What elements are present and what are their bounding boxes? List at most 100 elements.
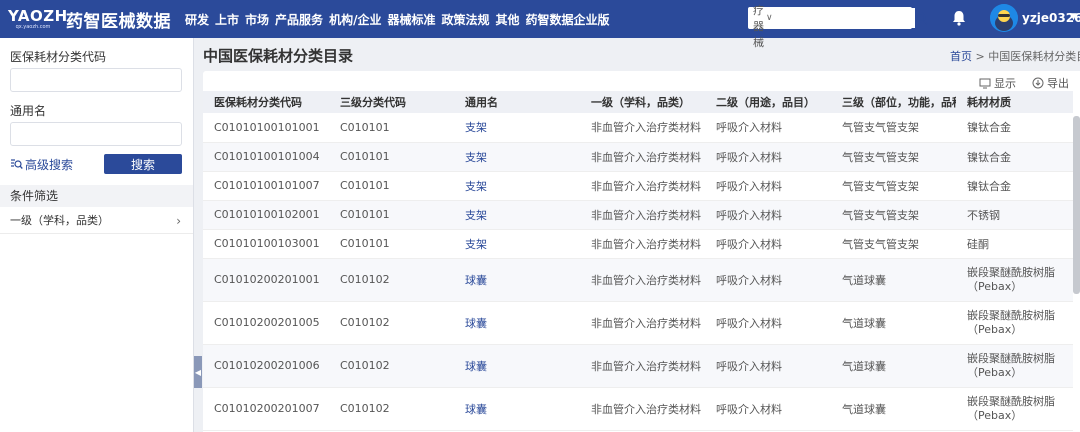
top-navbar: YAOZH qx.yaozh.com 药智医械数据 研发 上市 市场 产品服务 … bbox=[0, 0, 1080, 49]
nav-item-policy[interactable]: 政策法规 bbox=[441, 11, 489, 28]
search-button[interactable]: 搜索 bbox=[104, 154, 182, 174]
cell-generic-name[interactable]: 支架 bbox=[454, 229, 580, 258]
filter-item-label: 一级（学科，品类） bbox=[10, 214, 109, 227]
search-input[interactable] bbox=[772, 8, 915, 28]
cell-level3: 气管支气管支架 bbox=[842, 179, 919, 193]
export-icon bbox=[1032, 77, 1044, 89]
cell-generic-name[interactable]: 支架 bbox=[454, 171, 580, 200]
cell-level1: 非血管介入治疗类材料 bbox=[591, 150, 701, 164]
cell-level2: 呼吸介入材料 bbox=[716, 273, 782, 287]
cell-generic-name[interactable]: 支架 bbox=[454, 142, 580, 171]
cell-generic-name[interactable]: 球囊 bbox=[454, 301, 580, 344]
cell-level3: 气道球囊 bbox=[842, 316, 886, 330]
breadcrumb-separator: > bbox=[975, 50, 985, 63]
cell-level3-code: C010101 bbox=[340, 150, 390, 163]
brand-name[interactable]: 药智医械数据 bbox=[66, 7, 171, 32]
display-button[interactable]: 显示 bbox=[979, 75, 1016, 91]
cell-generic-name[interactable]: 球囊 bbox=[454, 344, 580, 387]
chevron-right-icon: › bbox=[176, 214, 181, 228]
cell-code: C01010100103001 bbox=[214, 237, 320, 250]
cell-generic-name[interactable]: 球囊 bbox=[454, 258, 580, 301]
cell-level3-code: C010102 bbox=[340, 402, 390, 415]
cell-generic-name[interactable]: 支架 bbox=[454, 113, 580, 142]
cell-level3: 气管支气管支架 bbox=[842, 150, 919, 164]
nav-item-market[interactable]: 市场 bbox=[245, 11, 269, 28]
cell-level3: 气管支气管支架 bbox=[842, 237, 919, 251]
table-row[interactable]: C01010100101007 C010101 支架 非血管介入治疗类材料 呼吸介入材料… bbox=[203, 171, 1073, 200]
cell-level3: 气管支气管支架 bbox=[842, 121, 919, 135]
search-icon[interactable] bbox=[915, 7, 928, 29]
advanced-search-link[interactable]: 高级搜索 bbox=[10, 156, 73, 173]
table-row[interactable]: C01010100101001 C010101 支架 非血管介入治疗类材料 呼吸介入材料… bbox=[203, 113, 1073, 142]
cell-level1: 非血管介入治疗类材料 bbox=[591, 237, 701, 251]
column-header-material[interactable]: 耗材材质 bbox=[956, 91, 1073, 113]
table-row[interactable]: C01010100101004 C010101 支架 非血管介入治疗类材料 呼吸介入材料… bbox=[203, 142, 1073, 171]
bell-icon[interactable] bbox=[950, 9, 968, 27]
column-header-code[interactable]: 医保耗材分类代码 bbox=[203, 91, 329, 113]
column-header-generic-name[interactable]: 通用名 bbox=[454, 91, 580, 113]
cell-level2: 呼吸介入材料 bbox=[716, 121, 782, 135]
table-row[interactable]: C01010100102001 C010101 支架 非血管介入治疗类材料 呼吸介入材料… bbox=[203, 200, 1073, 229]
results-table: 医保耗材分类代码 三级分类代码 通用名 一级（学科，品类） 二级（用途，品目） … bbox=[203, 91, 1073, 431]
search-category-label: 医疗器械 bbox=[753, 0, 764, 49]
table-row[interactable]: C01010100103001 C010101 支架 非血管介入治疗类材料 呼吸介入材料… bbox=[203, 229, 1073, 258]
code-field[interactable] bbox=[10, 68, 182, 92]
nav-item-listed[interactable]: 上市 bbox=[215, 11, 239, 28]
cell-code: C01010100102001 bbox=[214, 208, 320, 221]
name-field-label: 通用名 bbox=[10, 104, 47, 118]
nav-item-other[interactable]: 其他 bbox=[495, 11, 519, 28]
cell-level2: 呼吸介入材料 bbox=[716, 208, 782, 222]
sidebar-collapse-toggle[interactable]: ◀ bbox=[194, 356, 202, 388]
cell-level3-code: C010101 bbox=[340, 237, 390, 250]
table-row[interactable]: C01010200201001 C010102 球囊 非血管介入治疗类材料 呼吸介入材料… bbox=[203, 258, 1073, 301]
table-row[interactable]: C01010200201006 C010102 球囊 非血管介入治疗类材料 呼吸介入材料… bbox=[203, 344, 1073, 387]
cell-level1: 非血管介入治疗类材料 bbox=[591, 179, 701, 193]
cell-level2: 呼吸介入材料 bbox=[716, 179, 782, 193]
cell-level3-code: C010102 bbox=[340, 359, 390, 372]
nav-item-product-services[interactable]: 产品服务 bbox=[275, 11, 323, 28]
code-field-label: 医保耗材分类代码 bbox=[10, 50, 107, 64]
advanced-search-icon bbox=[11, 159, 23, 169]
search-category-select[interactable]: 医疗器械 ∨ bbox=[748, 0, 773, 50]
cell-generic-name[interactable]: 支架 bbox=[454, 200, 580, 229]
column-header-level1[interactable]: 一级（学科，品类） bbox=[580, 91, 705, 113]
display-label: 显示 bbox=[994, 77, 1016, 90]
column-header-level3-code[interactable]: 三级分类代码 bbox=[329, 91, 454, 113]
cell-level2: 呼吸介入材料 bbox=[716, 150, 782, 164]
export-button[interactable]: 导出 bbox=[1032, 75, 1069, 91]
cell-material: 嵌段聚醚酰胺树脂（Pebax） bbox=[967, 351, 1055, 379]
filter-item-level1[interactable]: 一级（学科，品类） › bbox=[0, 210, 193, 234]
table-scrollbar[interactable] bbox=[1073, 116, 1080, 294]
chevron-down-icon: ∨ bbox=[766, 13, 773, 23]
cell-material: 嵌段聚醚酰胺树脂（Pebax） bbox=[967, 394, 1055, 422]
breadcrumb: 首页 > 中国医保耗材分类目录 bbox=[950, 48, 1080, 64]
name-field[interactable] bbox=[10, 122, 182, 146]
nav-item-enterprise[interactable]: 药智数据企业版 bbox=[526, 11, 610, 28]
column-header-level2[interactable]: 二级（用途，品目） bbox=[705, 91, 831, 113]
breadcrumb-home[interactable]: 首页 bbox=[950, 50, 972, 63]
nav-item-research[interactable]: 研发 bbox=[185, 11, 209, 28]
cell-code: C01010100101004 bbox=[214, 150, 320, 163]
column-header-level3[interactable]: 三级（部位，功能，品种） bbox=[831, 91, 956, 113]
cell-level1: 非血管介入治疗类材料 bbox=[591, 208, 701, 222]
cell-material: 镍钛合金 bbox=[967, 121, 1011, 135]
cell-code: C01010200201005 bbox=[214, 316, 320, 329]
cell-level2: 呼吸介入材料 bbox=[716, 359, 782, 373]
cell-level3: 气道球囊 bbox=[842, 273, 886, 287]
logo-domain: qx.yaozh.com bbox=[15, 23, 51, 30]
cell-generic-name[interactable]: 球囊 bbox=[454, 387, 580, 430]
monitor-icon bbox=[979, 78, 991, 88]
logo[interactable]: YAOZH qx.yaozh.com bbox=[8, 8, 67, 30]
caret-down-icon[interactable]: ▼ bbox=[1070, 12, 1077, 22]
table-row[interactable]: C01010200201005 C010102 球囊 非血管介入治疗类材料 呼吸介入材料… bbox=[203, 301, 1073, 344]
nav-item-device-standards[interactable]: 器械标准 bbox=[387, 11, 435, 28]
cell-material: 不锈钢 bbox=[967, 208, 1000, 222]
nav-item-institutions[interactable]: 机构/企业 bbox=[329, 11, 381, 28]
cell-material: 镍钛合金 bbox=[967, 150, 1011, 164]
cell-level3-code: C010101 bbox=[340, 208, 390, 221]
cell-level1: 非血管介入治疗类材料 bbox=[591, 359, 701, 373]
avatar[interactable] bbox=[990, 4, 1018, 32]
page-title: 中国医保耗材分类目录 bbox=[203, 47, 354, 65]
cell-material: 嵌段聚醚酰胺树脂（Pebax） bbox=[967, 265, 1055, 293]
table-row[interactable]: C01010200201007 C010102 球囊 非血管介入治疗类材料 呼吸介入材料… bbox=[203, 387, 1073, 430]
